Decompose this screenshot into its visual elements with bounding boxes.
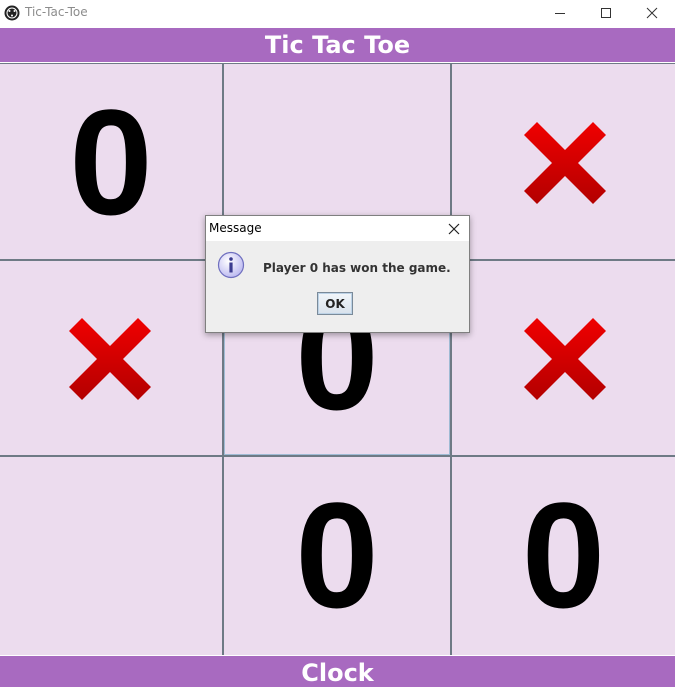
minimize-button[interactable] — [537, 0, 583, 27]
game-title-banner: Tic Tac Toe — [0, 28, 675, 62]
o-mark: 0 — [295, 471, 379, 639]
app-icon — [4, 5, 20, 21]
board-cell-1[interactable]: 0 — [0, 64, 222, 259]
o-mark: 0 — [521, 471, 606, 639]
game-board: 0 0 0 0 — [0, 63, 675, 655]
close-button[interactable] — [629, 0, 675, 27]
close-icon — [646, 7, 658, 19]
board-cell-7[interactable] — [0, 457, 222, 655]
close-icon[interactable] — [445, 220, 463, 238]
board-cell-3[interactable] — [452, 64, 675, 259]
dialog-titlebar: Message — [206, 216, 469, 241]
info-icon — [217, 251, 245, 279]
window-title: Tic-Tac-Toe — [25, 5, 88, 19]
dialog-message: Player 0 has won the game. — [263, 261, 451, 275]
x-mark — [524, 318, 606, 400]
maximize-icon — [601, 8, 611, 18]
board-cell-4[interactable] — [0, 261, 222, 455]
dialog-title: Message — [209, 221, 262, 235]
minimize-icon — [555, 13, 565, 14]
x-mark — [524, 122, 606, 204]
board-cell-8[interactable]: 0 — [224, 457, 450, 655]
x-mark — [69, 318, 151, 400]
board-cell-6[interactable] — [452, 261, 675, 455]
message-dialog: Message Player 0 has won the game. OK — [205, 215, 470, 333]
window-titlebar: Tic-Tac-Toe — [0, 0, 675, 27]
maximize-button[interactable] — [583, 0, 629, 27]
board-cell-9[interactable]: 0 — [452, 457, 675, 655]
o-mark: 0 — [69, 78, 153, 246]
ok-button[interactable]: OK — [317, 292, 353, 315]
clock-banner: Clock — [0, 656, 675, 687]
